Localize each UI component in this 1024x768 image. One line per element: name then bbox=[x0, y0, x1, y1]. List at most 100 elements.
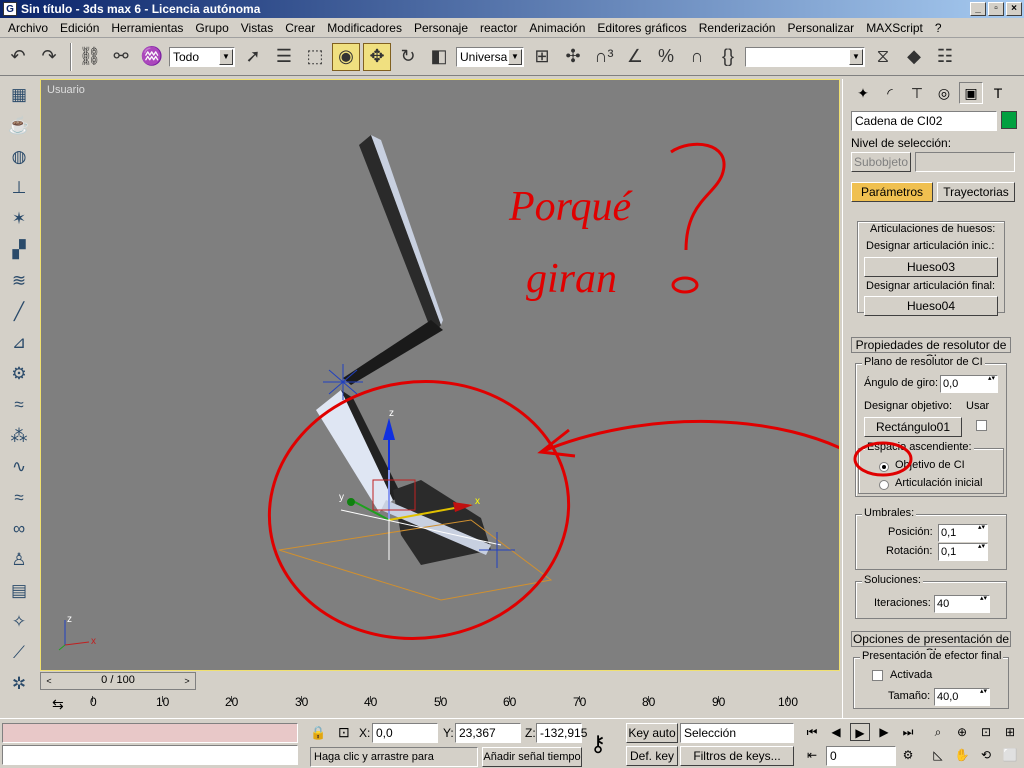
hierarchy-tab-icon[interactable]: ⊤ bbox=[905, 82, 929, 104]
select-move-icon[interactable]: ✥ bbox=[363, 42, 391, 71]
box-icon[interactable]: ▦ bbox=[4, 81, 34, 109]
motion-tab-icon[interactable]: ◎ bbox=[932, 82, 956, 104]
checker-icon[interactable]: ▞ bbox=[4, 236, 34, 264]
menu-personalizar[interactable]: Personalizar bbox=[781, 21, 860, 35]
size-spinner[interactable]: 40,0 bbox=[934, 688, 990, 706]
align-icon[interactable]: ◆ bbox=[900, 43, 928, 71]
utilities-tab-icon[interactable]: T bbox=[986, 82, 1010, 104]
reactor-icon[interactable]: ✧ bbox=[4, 608, 34, 636]
pan-icon[interactable]: ✋ bbox=[952, 746, 972, 764]
wave-icon[interactable]: ∿ bbox=[4, 453, 34, 481]
restore-button[interactable]: ▫ bbox=[988, 2, 1004, 16]
subobject-dropdown[interactable] bbox=[915, 152, 1015, 172]
named-selection-icon[interactable]: {} bbox=[714, 43, 742, 71]
zoom-icon[interactable]: ⌕ bbox=[928, 723, 948, 741]
chevron-down-icon[interactable]: ▼ bbox=[849, 48, 863, 65]
go-to-start-icon[interactable]: ⏮ bbox=[802, 723, 822, 741]
chevron-down-icon[interactable]: ▼ bbox=[508, 48, 522, 65]
bind-spacewarp-icon[interactable]: ♒ bbox=[138, 43, 166, 71]
zoom-extents-all-icon[interactable]: ⊞ bbox=[1000, 723, 1020, 741]
link-icon[interactable]: ⛓ bbox=[76, 43, 104, 71]
pivot-point-icon[interactable]: ⊞ bbox=[528, 43, 556, 71]
window-crossing-icon[interactable]: ◉ bbox=[332, 42, 360, 71]
plane-icon[interactable]: ⊥ bbox=[4, 174, 34, 202]
menu-animacion[interactable]: Animación bbox=[523, 21, 591, 35]
set-key-button[interactable]: Def. key bbox=[626, 746, 678, 766]
activated-checkbox[interactable] bbox=[872, 670, 883, 681]
object-name-field[interactable]: Cadena de CI02 bbox=[851, 111, 997, 131]
app-icon[interactable]: G bbox=[3, 2, 17, 16]
track-bar[interactable]: ⇆ 0 10 20 30 40 50 60 70 80 90 100 bbox=[40, 692, 840, 718]
end-bone-button[interactable]: Hueso04 bbox=[864, 296, 998, 316]
object-color-swatch[interactable] bbox=[1001, 111, 1017, 129]
go-to-end-icon[interactable]: ⏭ bbox=[898, 723, 918, 741]
track-filter-icon[interactable]: ⇆ bbox=[52, 696, 64, 713]
tube-icon[interactable]: ╱ bbox=[4, 298, 34, 326]
ik-solver-properties-rollout[interactable]: Propiedades de resolutor de CI bbox=[851, 337, 1011, 366]
key-filters-button[interactable]: Filtros de keys... bbox=[680, 746, 794, 766]
key-icon[interactable]: ⚷ bbox=[590, 731, 606, 757]
wind-icon[interactable]: ≈ bbox=[4, 391, 34, 419]
lathe-icon[interactable]: ⊿ bbox=[4, 329, 34, 357]
menu-personaje[interactable]: Personaje bbox=[408, 21, 474, 35]
maximize-viewport-icon[interactable]: ⬜ bbox=[1000, 746, 1020, 764]
radio-start-joint[interactable] bbox=[879, 480, 889, 490]
gear-icon[interactable]: ⚙ bbox=[4, 360, 34, 388]
field-of-view-icon[interactable]: ◺ bbox=[928, 746, 948, 764]
menu-crear[interactable]: Crear bbox=[279, 21, 321, 35]
ik-display-options-rollout[interactable]: Opciones de presentación de CI bbox=[851, 631, 1011, 660]
film-icon[interactable]: ▤ bbox=[4, 577, 34, 605]
ripple-icon[interactable]: ≈ bbox=[4, 484, 34, 512]
angle-snap-icon[interactable]: ∠ bbox=[621, 43, 649, 71]
next-frame-icon[interactable]: > bbox=[180, 674, 194, 688]
chevron-down-icon[interactable]: ▼ bbox=[219, 48, 233, 65]
z-coordinate-field[interactable]: -132,915 bbox=[536, 723, 587, 743]
manipulate-icon[interactable]: ✣ bbox=[559, 43, 587, 71]
swivel-angle-spinner[interactable]: 0,0 bbox=[940, 375, 998, 393]
transform-type-in-icon[interactable]: ⊡ bbox=[338, 724, 350, 741]
minimize-button[interactable]: _ bbox=[970, 2, 986, 16]
unlink-icon[interactable]: ⚯ bbox=[107, 43, 135, 71]
target-object-button[interactable]: Rectángulo01 bbox=[864, 417, 962, 437]
spring-icon[interactable]: ≋ bbox=[4, 267, 34, 295]
biped-icon[interactable]: ♙ bbox=[4, 546, 34, 574]
key-mode-dropdown[interactable]: Selección bbox=[680, 723, 794, 743]
teapot-icon[interactable]: ☕ bbox=[4, 112, 34, 140]
menu-maxscript[interactable]: MAXScript bbox=[860, 21, 929, 35]
rotation-threshold-spinner[interactable]: 0,1 bbox=[938, 543, 988, 561]
snap-3d-icon[interactable]: ∩³ bbox=[590, 43, 618, 71]
menu-vistas[interactable]: Vistas bbox=[235, 21, 279, 35]
subobject-button[interactable]: Subobjeto bbox=[851, 152, 911, 172]
select-by-name-icon[interactable]: ☰ bbox=[270, 43, 298, 71]
sphere-icon[interactable]: ◍ bbox=[4, 143, 34, 171]
tab-trajectories[interactable]: Trayectorias bbox=[937, 182, 1015, 202]
menu-editores-graficos[interactable]: Editores gráficos bbox=[591, 21, 692, 35]
modify-tab-icon[interactable]: ◜ bbox=[878, 82, 902, 104]
menu-herramientas[interactable]: Herramientas bbox=[105, 21, 189, 35]
zoom-extents-icon[interactable]: ⊡ bbox=[976, 723, 996, 741]
rectangular-selection-icon[interactable]: ⬚ bbox=[301, 43, 329, 71]
undo-icon[interactable]: ↶ bbox=[4, 43, 32, 71]
menu-grupo[interactable]: Grupo bbox=[189, 21, 234, 35]
select-scale-icon[interactable]: ◧ bbox=[425, 43, 453, 71]
close-button[interactable]: × bbox=[1006, 2, 1022, 16]
tab-parameters[interactable]: Parámetros bbox=[851, 182, 933, 202]
select-object-icon[interactable]: ➚ bbox=[239, 43, 267, 71]
next-frame-icon[interactable]: ▶ bbox=[874, 723, 894, 741]
percent-snap-icon[interactable]: % bbox=[652, 43, 680, 71]
maxscript-listener-mini[interactable] bbox=[2, 723, 298, 743]
y-coordinate-field[interactable]: 23,367 bbox=[455, 723, 521, 743]
add-time-tag-button[interactable]: Añadir señal tiempo bbox=[482, 747, 582, 767]
key-auto-button[interactable]: Key auto bbox=[626, 723, 678, 743]
menu-archivo[interactable]: Archivo bbox=[2, 21, 54, 35]
menu-reactor[interactable]: reactor bbox=[474, 21, 523, 35]
menu-modificadores[interactable]: Modificadores bbox=[321, 21, 408, 35]
maxscript-output-mini[interactable] bbox=[2, 745, 298, 765]
viewport-usuario[interactable]: Usuario z x y Porqué giran z x bbox=[40, 79, 840, 671]
position-threshold-spinner[interactable]: 0,1 bbox=[938, 524, 988, 542]
named-selection-dropdown[interactable]: ▼ bbox=[745, 46, 865, 67]
menu-edicion[interactable]: Edición bbox=[54, 21, 105, 35]
menu-help[interactable]: ? bbox=[929, 21, 948, 35]
arc-rotate-icon[interactable]: ⟲ bbox=[976, 746, 996, 764]
time-slider[interactable]: < 0 / 100 > bbox=[40, 672, 196, 690]
